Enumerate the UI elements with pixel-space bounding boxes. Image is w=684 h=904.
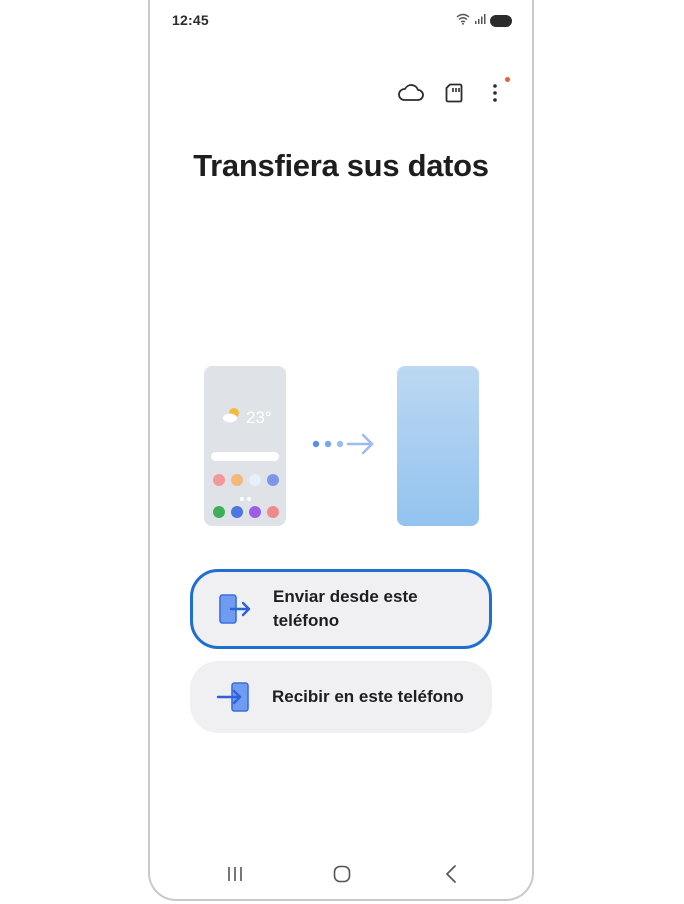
app-dot bbox=[249, 474, 261, 486]
more-options-icon[interactable] bbox=[480, 78, 510, 108]
receive-icon bbox=[212, 682, 256, 712]
transfer-arrow-icon bbox=[310, 432, 376, 461]
send-option-label: Enviar desde este teléfono bbox=[273, 585, 418, 633]
recent-apps-icon[interactable] bbox=[220, 859, 250, 889]
wifi-icon bbox=[456, 12, 470, 30]
send-label-line1: Enviar desde este bbox=[273, 587, 418, 606]
send-label-line2: teléfono bbox=[273, 611, 340, 630]
status-time: 12:45 bbox=[172, 12, 209, 28]
app-dot bbox=[231, 506, 243, 518]
status-icons bbox=[456, 12, 512, 30]
home-icon[interactable] bbox=[327, 859, 357, 889]
sd-card-icon[interactable] bbox=[439, 78, 469, 108]
page-title: Transfiera sus datos bbox=[193, 148, 489, 183]
widget-searchbar bbox=[211, 452, 279, 461]
cloud-icon[interactable] bbox=[396, 78, 426, 108]
signal-icon bbox=[474, 12, 486, 30]
send-from-this-phone-button[interactable]: Enviar desde este teléfono bbox=[190, 569, 492, 649]
battery-icon bbox=[490, 15, 512, 27]
temperature-label: 23° bbox=[246, 407, 272, 427]
receive-option-label: Recibir en este teléfono bbox=[272, 687, 464, 706]
source-phone-illustration: 23° bbox=[204, 366, 286, 526]
weather-widget: 23° bbox=[222, 406, 272, 429]
app-dot bbox=[267, 506, 279, 518]
app-dot bbox=[231, 474, 243, 486]
receive-on-this-phone-button[interactable]: Recibir en este teléfono bbox=[190, 661, 492, 733]
navigation-bar bbox=[150, 849, 532, 899]
send-icon bbox=[213, 594, 257, 624]
notification-dot bbox=[505, 77, 510, 82]
weather-icon bbox=[222, 406, 242, 429]
device-screen: 12:45 Transfiera sus datos 23° Enviar de… bbox=[148, 0, 534, 901]
app-row-2 bbox=[213, 506, 279, 518]
app-dot bbox=[267, 474, 279, 486]
app-row-1 bbox=[213, 474, 279, 486]
app-dot bbox=[249, 506, 261, 518]
transfer-illustration: 23° bbox=[150, 360, 532, 535]
app-dot bbox=[213, 506, 225, 518]
action-bar bbox=[150, 77, 532, 110]
page-indicator bbox=[240, 497, 251, 501]
app-dot bbox=[213, 474, 225, 486]
status-bar: 12:45 bbox=[150, 0, 532, 40]
target-phone-illustration bbox=[397, 366, 479, 526]
back-icon[interactable] bbox=[436, 859, 466, 889]
